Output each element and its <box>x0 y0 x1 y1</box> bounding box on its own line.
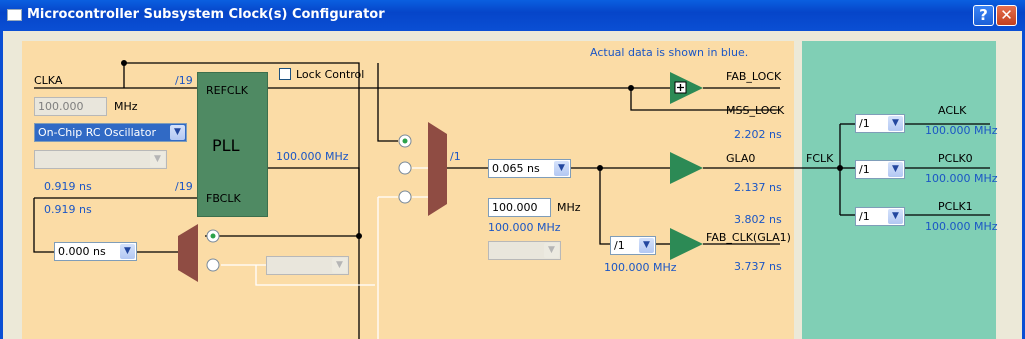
pclk1-freq: 100.000 MHz <box>925 220 998 233</box>
fbclk-label: FBCLK <box>206 192 241 205</box>
pclk0-div-select[interactable]: /1 ▼ <box>855 160 905 179</box>
refclk-label: REFCLK <box>206 84 248 97</box>
fab-clk-delay: 3.737 ns <box>734 260 782 273</box>
delay-a: 0.919 ns <box>44 180 92 193</box>
clka-freq-input[interactable]: 100.000 <box>34 97 107 116</box>
mss-lock-label: MSS_LOCK <box>726 104 785 117</box>
mux-freq-input[interactable]: 100.000 <box>488 198 551 217</box>
pll-out-freq: 100.000 MHz <box>276 150 349 163</box>
dropdown-arrow-icon[interactable]: ▼ <box>639 238 654 253</box>
fb-mux-icon <box>178 224 198 282</box>
dropdown-arrow-icon[interactable]: ▼ <box>170 125 185 140</box>
mux-divider: /1 <box>450 150 461 163</box>
dropdown-arrow-icon[interactable]: ▼ <box>888 162 903 177</box>
dropdown-arrow-icon[interactable]: ▼ <box>554 161 569 176</box>
pll-label: PLL <box>212 136 240 155</box>
clka-sub-select[interactable]: ▼ <box>34 150 167 169</box>
gla0-delay2: 3.802 ns <box>734 213 782 226</box>
fb-delay-select[interactable]: 0.000 ns ▼ <box>54 242 137 261</box>
actual-data-note: Actual data is shown in blue. <box>590 46 749 59</box>
mss-lock-delay: 2.202 ns <box>734 128 782 141</box>
fab-clk-freq: 100.000 MHz <box>604 261 677 274</box>
pclk1-div-select[interactable]: /1 ▼ <box>855 207 905 226</box>
dropdown-arrow-icon[interactable]: ▼ <box>888 209 903 224</box>
dropdown-arrow-icon[interactable]: ▼ <box>544 243 559 258</box>
delay-b: 0.919 ns <box>44 203 92 216</box>
mux-select[interactable]: ▼ <box>488 241 561 260</box>
aclk-div-select[interactable]: /1 ▼ <box>855 114 905 133</box>
fclk-label: FCLK <box>806 152 834 165</box>
pll-block: REFCLK PLL FBCLK <box>197 72 268 217</box>
dropdown-arrow-icon[interactable]: ▼ <box>888 116 903 131</box>
fab-clk-label: FAB_CLK(GLA1) <box>706 231 791 244</box>
aclk-freq: 100.000 MHz <box>925 124 998 137</box>
mux-radio-3 <box>398 190 412 204</box>
gla0-delay: 2.137 ns <box>734 181 782 194</box>
pclk0-label: PCLK0 <box>938 152 973 165</box>
mux-icon <box>428 122 447 216</box>
mux-radio-2 <box>398 161 412 175</box>
mux-freq-unit: MHz <box>557 201 581 214</box>
fab-lock-label: FAB_LOCK <box>726 70 782 83</box>
clka-label: CLKA <box>34 74 63 87</box>
fb-divider: /19 <box>175 180 193 193</box>
fab-clk-div-select[interactable]: /1 ▼ <box>610 236 656 255</box>
mux-delay-select[interactable]: 0.065 ns ▼ <box>488 159 571 178</box>
clka-source-value: On-Chip RC Oscillator <box>38 126 156 139</box>
fab-clk-buffer-icon <box>670 228 703 260</box>
aclk-label: ACLK <box>938 104 967 117</box>
fb-radio-2 <box>206 258 220 272</box>
mux-actual-freq: 100.000 MHz <box>488 221 561 234</box>
dropdown-arrow-icon[interactable]: ▼ <box>150 152 165 167</box>
fb-select[interactable]: ▼ <box>266 256 349 275</box>
lock-control-label: Lock Control <box>296 68 365 81</box>
dropdown-arrow-icon[interactable]: ▼ <box>120 244 135 259</box>
clka-divider: /19 <box>175 74 193 87</box>
gla0-label: GLA0 <box>726 152 756 165</box>
gla0-buffer-icon <box>670 152 703 184</box>
clka-source-select[interactable]: On-Chip RC Oscillator ▼ <box>34 123 187 142</box>
pclk1-label: PCLK1 <box>938 200 973 213</box>
pclk0-freq: 100.000 MHz <box>925 172 998 185</box>
clka-freq-unit: MHz <box>114 100 138 113</box>
lock-control-checkbox[interactable] <box>279 68 291 80</box>
dropdown-arrow-icon[interactable]: ▼ <box>332 258 347 273</box>
